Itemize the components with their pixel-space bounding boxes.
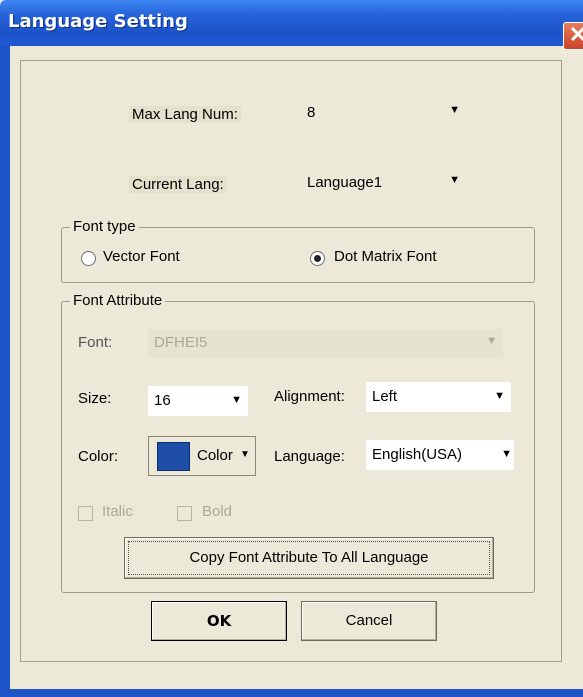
language-select[interactable]: English(USA) ▼ bbox=[366, 440, 514, 470]
font-type-title: Font type bbox=[70, 218, 139, 235]
chevron-down-icon: ▼ bbox=[449, 104, 460, 116]
font-attribute-title: Font Attribute bbox=[70, 292, 166, 309]
chevron-down-icon: ▼ bbox=[231, 394, 242, 406]
font-label: Font: bbox=[78, 334, 113, 351]
close-button[interactable]: ✕ bbox=[563, 22, 583, 50]
italic-label: Italic bbox=[102, 503, 133, 520]
bold-label: Bold bbox=[202, 503, 233, 520]
alignment-select[interactable]: Left ▼ bbox=[366, 382, 511, 412]
dot-matrix-font-label: Dot Matrix Font bbox=[334, 248, 437, 265]
ok-label: OK bbox=[206, 612, 232, 630]
size-value: 16 bbox=[154, 392, 171, 409]
current-lang-select[interactable]: Language1 ▼ bbox=[301, 170, 466, 196]
copy-font-attribute-label: Copy Font Attribute To All Language bbox=[189, 549, 429, 566]
settings-panel: Max Lang Num: 8 ▼ Current Lang: Language… bbox=[20, 60, 562, 662]
chevron-down-icon: ▼ bbox=[240, 449, 250, 460]
max-lang-num-label: Max Lang Num: bbox=[129, 106, 241, 123]
window-frame-left bbox=[0, 46, 10, 697]
copy-font-attribute-button[interactable]: Copy Font Attribute To All Language bbox=[124, 537, 494, 579]
size-label: Size: bbox=[78, 390, 112, 407]
dot-matrix-font-radio[interactable] bbox=[310, 251, 325, 266]
color-swatch bbox=[157, 442, 190, 471]
font-attribute-group: Font Attribute Font: DFHEI5 ▼ Size: 16 ▼… bbox=[61, 292, 535, 593]
vector-font-radio[interactable] bbox=[81, 251, 96, 266]
vector-font-label: Vector Font bbox=[103, 248, 180, 265]
bold-checkbox[interactable] bbox=[177, 506, 192, 521]
ok-button[interactable]: OK bbox=[151, 601, 287, 641]
title-bar[interactable]: Language Setting ✕ bbox=[0, 0, 583, 50]
max-lang-num-value: 8 bbox=[307, 104, 316, 121]
alignment-label: Alignment: bbox=[274, 388, 345, 405]
language-value: English(USA) bbox=[372, 446, 463, 463]
close-icon: ✕ bbox=[568, 22, 583, 47]
chevron-down-icon: ▼ bbox=[501, 448, 512, 460]
size-select[interactable]: 16 ▼ bbox=[148, 386, 248, 416]
italic-checkbox[interactable] bbox=[78, 506, 93, 521]
window-title: Language Setting bbox=[8, 11, 188, 32]
language-label: Language: bbox=[274, 448, 345, 465]
max-lang-num-select[interactable]: 8 ▼ bbox=[301, 100, 466, 126]
font-value: DFHEI5 bbox=[154, 334, 208, 351]
cancel-button[interactable]: Cancel bbox=[301, 601, 437, 641]
color-picker-button[interactable]: Color ▼ bbox=[148, 436, 256, 476]
chevron-down-icon: ▼ bbox=[449, 174, 460, 186]
color-label: Color: bbox=[78, 448, 119, 465]
chevron-down-icon: ▼ bbox=[494, 390, 505, 402]
current-lang-value: Language1 bbox=[307, 174, 383, 191]
current-lang-label: Current Lang: bbox=[129, 176, 227, 193]
window-frame-bottom bbox=[0, 689, 583, 697]
color-button-label: Color bbox=[197, 447, 233, 464]
language-setting-dialog: Language Setting ✕ Max Lang Num: 8 ▼ Cur… bbox=[0, 0, 583, 697]
chevron-down-icon: ▼ bbox=[486, 335, 497, 347]
font-type-group: Font type Vector Font Dot Matrix Font bbox=[61, 218, 535, 283]
alignment-value: Left bbox=[372, 388, 398, 405]
font-select: DFHEI5 ▼ bbox=[148, 329, 503, 357]
cancel-label: Cancel bbox=[345, 612, 393, 629]
